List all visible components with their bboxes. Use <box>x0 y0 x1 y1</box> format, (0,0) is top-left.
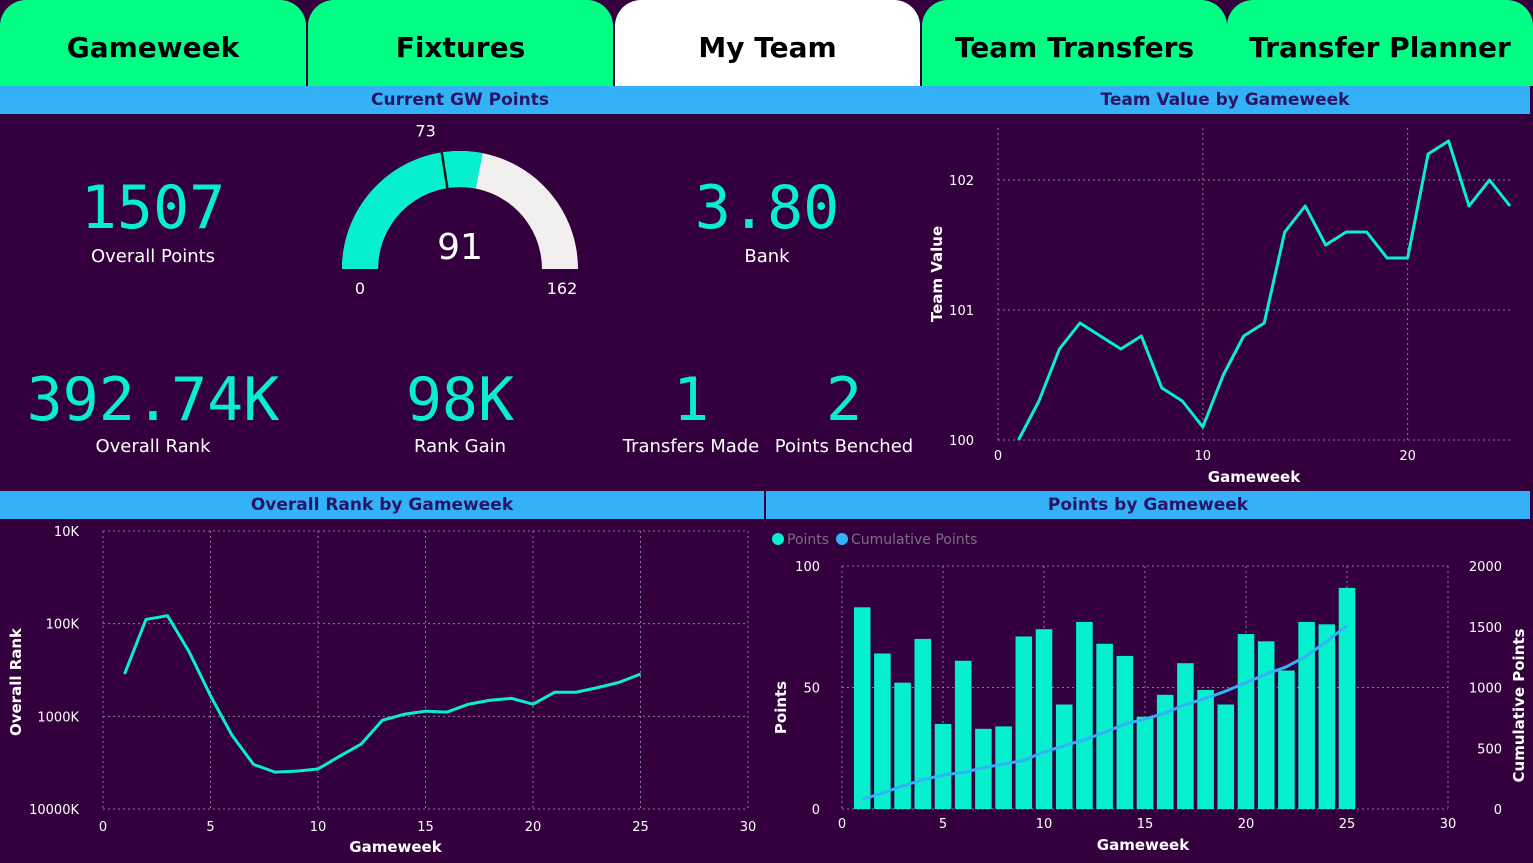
tab-fixtures[interactable]: Fixtures <box>308 0 613 86</box>
points-y2tick-label: 2000 <box>1469 560 1502 575</box>
points-bar <box>1257 641 1275 809</box>
points-ytick-label: 0 <box>812 803 820 818</box>
points-bar <box>1318 624 1336 809</box>
gauge-target-label: 73 <box>415 124 435 141</box>
team-value-line <box>1017 139 1512 441</box>
points-bar <box>1136 716 1154 809</box>
points-benched-value: 2 <box>825 365 863 435</box>
points-bar <box>954 660 972 809</box>
bank-value: 3.80 <box>694 173 840 243</box>
points-chart: Points Cumulative Points05010005001000150… <box>772 532 1528 854</box>
gauge-value-label: 91 <box>437 227 483 268</box>
team-value-xtick-label: 0 <box>994 449 1002 464</box>
team-value-xtick-label: 20 <box>1399 449 1416 464</box>
legend-cumulative-label: Cumulative Points <box>851 532 977 548</box>
points-y2tick-label: 1000 <box>1469 682 1502 697</box>
points-bar <box>894 682 911 809</box>
team-value-chart: 1001011020 10 20GameweekTeam Value <box>928 128 1512 486</box>
points-y2tick-label: 1500 <box>1469 621 1502 636</box>
overall-rank-label: Overall Rank <box>95 436 211 457</box>
gauge-max-label: 162 <box>547 279 578 298</box>
points-ytick-label: 100 <box>795 560 820 575</box>
rank-xtick-label: 20 <box>525 820 542 835</box>
overall-rank-chart: 10K 100K 1000K 10000K 0 5 10 15 20 25 30 Gameweek Ov… <box>7 525 757 856</box>
points-bar <box>853 607 871 809</box>
team-value-ytick-label: 100 <box>949 434 974 449</box>
team-value-header: Team Value by Gameweek <box>920 86 1530 114</box>
team-value-xtick-label: 10 <box>1195 449 1212 464</box>
points-bar <box>1055 704 1073 809</box>
rank-gain-label: Rank Gain <box>413 436 507 457</box>
points-y-axis-title: Points <box>772 681 790 734</box>
rank-gain-value: 98K <box>405 365 515 435</box>
tab-transfer-planner[interactable]: Transfer Planner <box>1227 0 1533 86</box>
points-bar <box>914 638 932 809</box>
legend-points-swatch <box>772 533 784 545</box>
rank-xtick-label: 5 <box>206 820 214 835</box>
points-xtick-label: 15 <box>1137 817 1154 832</box>
current-gw-points-header: Current GW Points <box>0 86 920 114</box>
points-xtick-label: 0 <box>838 817 846 832</box>
team-value-y-axis-title: Team Value <box>928 226 946 322</box>
tab-my-team[interactable]: My Team <box>615 0 920 86</box>
points-bar <box>995 726 1012 809</box>
points-bar <box>1015 636 1033 809</box>
tab-team-transfers[interactable]: Team Transfers <box>922 0 1227 86</box>
overall-points-label: Overall Points <box>90 246 216 267</box>
points-xtick-label: 30 <box>1440 817 1457 832</box>
rank-line <box>123 614 642 774</box>
legend-cumulative-swatch <box>836 533 848 545</box>
team-value-ytick-label: 102 <box>949 174 974 189</box>
points-bar <box>1237 634 1255 809</box>
points-bar <box>1035 629 1053 809</box>
current-gw-gauge: 73 91 0 162 <box>342 124 578 298</box>
legend-points-label: Points <box>787 532 829 548</box>
rank-y-axis-title: Overall Rank <box>7 627 25 736</box>
points-bar <box>1177 663 1194 809</box>
points-ytick-label: 50 <box>803 682 820 697</box>
points-xtick-label: 20 <box>1238 817 1255 832</box>
rank-ytick-label: 100K <box>46 618 80 633</box>
rank-xtick-label: 15 <box>417 820 434 835</box>
points-y2-axis-title: Cumulative Points <box>1510 628 1528 782</box>
rank-ytick-label: 1000K <box>37 710 79 725</box>
transfers-made-value: 1 <box>672 365 710 435</box>
points-xtick-label: 10 <box>1036 817 1053 832</box>
rank-ytick-label: 10K <box>54 525 80 540</box>
overall-rank-value: 392.74K <box>26 365 280 435</box>
points-benched-label: Points Benched <box>774 436 914 457</box>
bank-label: Bank <box>744 246 790 267</box>
overall-rank-header: Overall Rank by Gameweek <box>0 491 764 519</box>
points-bar <box>1116 655 1134 809</box>
points-xtick-label: 25 <box>1339 817 1356 832</box>
points-header: Points by Gameweek <box>766 491 1530 519</box>
transfers-made-label: Transfers Made <box>622 436 760 457</box>
points-xtick-label: 5 <box>939 817 947 832</box>
points-bar <box>1197 689 1214 809</box>
rank-xtick-label: 10 <box>310 820 327 835</box>
rank-ytick-label: 10000K <box>29 803 79 818</box>
points-bar <box>1076 621 1093 809</box>
gauge-min-label: 0 <box>355 279 365 298</box>
points-bar <box>1096 643 1113 809</box>
overall-points-value: 1507 <box>80 173 226 243</box>
points-bar <box>934 723 952 809</box>
points-x-axis-title: Gameweek <box>1097 836 1190 854</box>
rank-x-axis-title: Gameweek <box>349 838 442 856</box>
rank-xtick-label: 30 <box>740 820 757 835</box>
points-y2tick-label: 500 <box>1477 742 1502 757</box>
rank-xtick-label: 25 <box>632 820 649 835</box>
team-value-x-axis-title: Gameweek <box>1208 468 1301 486</box>
points-bar <box>1278 670 1295 809</box>
tab-gameweek[interactable]: Gameweek <box>0 0 306 86</box>
rank-xtick-label: 0 <box>99 820 107 835</box>
team-value-ytick-label: 101 <box>949 304 974 319</box>
points-bar <box>1217 704 1235 809</box>
report-tabs: Gameweek Fixtures My Team Team Transfers… <box>0 0 1533 86</box>
points-bar <box>1338 587 1356 809</box>
points-bar <box>874 653 891 809</box>
points-y2tick-label: 0 <box>1494 803 1502 818</box>
